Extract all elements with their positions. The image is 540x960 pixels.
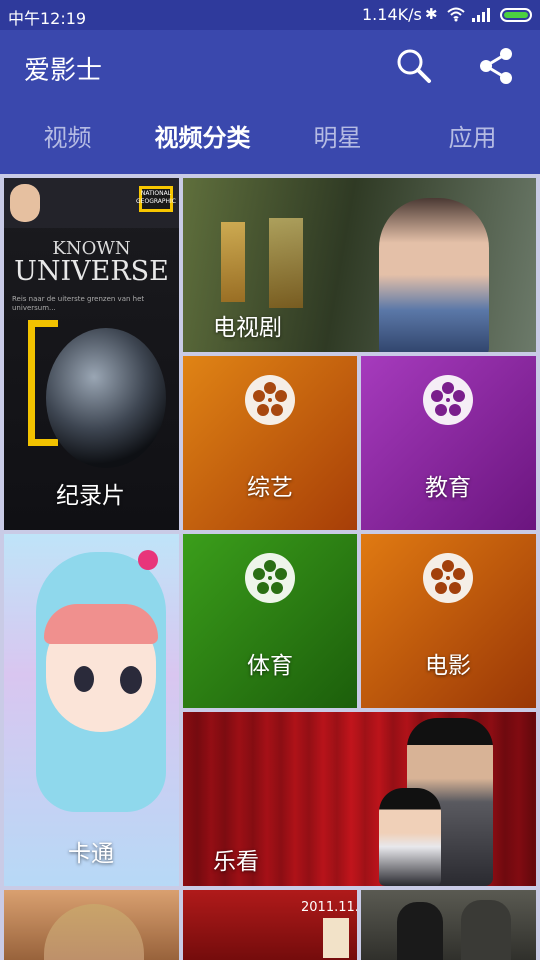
app-bar: 爱影士: [0, 30, 540, 102]
planet-earth: [46, 328, 166, 468]
battery-icon: [500, 8, 532, 22]
wifi-icon: [447, 7, 465, 22]
category-movie[interactable]: 电影: [361, 534, 536, 708]
category-documentary[interactable]: NATIONAL GEOGRAPHIC KNOWN UNIVERSE Reis …: [4, 178, 179, 530]
film-reel-icon: [245, 375, 295, 425]
cartoon-eye-left: [74, 666, 94, 692]
poster-title-universe: UNIVERSE: [14, 256, 169, 287]
poster-person-avatar: [10, 184, 40, 222]
app-title: 爱影士: [24, 56, 103, 86]
category-lekan[interactable]: 乐看: [183, 712, 536, 886]
category-label-education: 教育: [425, 475, 471, 501]
bluetooth-icon: ✱: [425, 5, 438, 23]
signal-icon: [472, 8, 490, 22]
cartoon-flower: [138, 550, 158, 570]
lantern-glow-2: [269, 218, 303, 308]
poster-figure: [461, 900, 511, 960]
search-icon[interactable]: [392, 44, 436, 88]
category-tv-series[interactable]: 电视剧: [183, 178, 536, 352]
tab-video[interactable]: 视频: [0, 102, 135, 174]
category-label-cartoon: 卡通: [68, 841, 114, 867]
poster-date: 2011.11.8: [301, 900, 357, 915]
actress-figure: [379, 198, 489, 352]
film-reel-icon: [245, 553, 295, 603]
poster-header: NATIONAL GEOGRAPHIC: [4, 178, 179, 228]
tab-video-categories[interactable]: 视频分类: [135, 102, 270, 174]
category-label-lekan: 乐看: [213, 849, 259, 875]
status-time: 中午12:19: [8, 9, 87, 28]
share-icon[interactable]: [474, 44, 518, 88]
category-sports[interactable]: 体育: [183, 534, 357, 708]
category-education[interactable]: 教育: [361, 356, 536, 530]
poster-tile[interactable]: [4, 890, 179, 960]
film-reel-icon: [423, 553, 473, 603]
tab-apps[interactable]: 应用: [405, 102, 540, 174]
category-grid: NATIONAL GEOGRAPHIC KNOWN UNIVERSE Reis …: [0, 174, 540, 960]
tab-bar: 视频 视频分类 明星 应用: [0, 102, 540, 174]
natgeo-badge-text: NATIONAL GEOGRAPHIC: [136, 190, 176, 205]
poster-figure: [397, 902, 443, 960]
performer-girl: [379, 788, 441, 886]
category-variety[interactable]: 综艺: [183, 356, 357, 530]
category-label-sports: 体育: [247, 653, 293, 679]
cartoon-hair: [44, 604, 158, 644]
lantern-glow: [221, 222, 245, 302]
film-reel-icon: [423, 375, 473, 425]
category-label-documentary: 纪录片: [56, 483, 125, 509]
tab-stars[interactable]: 明星: [270, 102, 405, 174]
poster-figure: [44, 904, 144, 960]
category-label-tv-series: 电视剧: [213, 315, 282, 341]
status-bar: 中午12:19 1.14K/s ✱: [0, 0, 540, 30]
category-label-movie: 电影: [425, 653, 471, 679]
poster-tagline: Reis naar de uiterste grenzen van het un…: [12, 295, 145, 312]
network-speed: 1.14K/s: [362, 5, 422, 24]
category-cartoon[interactable]: 卡通: [4, 534, 179, 886]
poster-tile[interactable]: 2011.11.8: [183, 890, 357, 960]
poster-character: [323, 918, 349, 958]
poster-tile[interactable]: [361, 890, 536, 960]
cartoon-eye-right: [120, 666, 142, 694]
category-label-variety: 综艺: [247, 475, 293, 501]
